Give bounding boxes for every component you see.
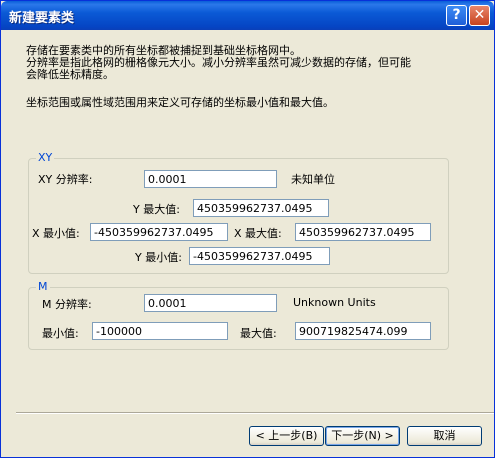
cancel-button[interactable]: 取消 (407, 426, 482, 446)
back-button[interactable]: < 上一步(B) (249, 426, 324, 446)
m-max-input[interactable] (295, 322, 431, 340)
m-group: M M 分辨率: Unknown Units 最小值: 最大值: (28, 280, 449, 350)
new-feature-class-dialog: 新建要素类 ? ✕ 存储在要素类中的所有坐标都被捕捉到基础坐标格网中。 分辨率是… (0, 0, 495, 458)
description-line-4: 坐标范围或属性域范围用来定义可存储的坐标最小值和最大值。 (26, 96, 334, 109)
y-min-label: Y 最小值: (135, 251, 182, 264)
x-max-input[interactable] (295, 223, 431, 241)
xy-units-label: 未知单位 (291, 173, 335, 186)
dialog-body: 存储在要素类中的所有坐标都被捕捉到基础坐标格网中。 分辨率是指此格网的栅格像元大… (4, 30, 494, 456)
xy-resolution-input[interactable] (144, 170, 277, 188)
xy-group: XY XY 分辨率: 未知单位 Y 最大值: X 最小值: X 最大值: Y 最… (28, 151, 449, 274)
y-max-input[interactable] (193, 199, 329, 217)
xy-resolution-label: XY 分辨率: (38, 173, 93, 186)
window-title: 新建要素类 (9, 11, 75, 26)
help-icon: ? (452, 7, 461, 23)
description-line-3: 会降低坐标精度。 (26, 68, 114, 81)
x-max-label: X 最大值: (234, 227, 282, 240)
y-min-input[interactable] (189, 247, 330, 265)
help-button[interactable]: ? (446, 5, 467, 26)
m-resolution-label: M 分辨率: (42, 298, 92, 311)
m-max-label: 最大值: (240, 327, 277, 340)
x-min-label: X 最小值: (32, 227, 80, 240)
title-bar[interactable]: 新建要素类 ? ✕ (1, 1, 494, 30)
m-min-input[interactable] (92, 322, 228, 340)
m-resolution-input[interactable] (144, 294, 277, 312)
m-group-legend: M (36, 280, 50, 293)
xy-group-legend: XY (36, 151, 55, 164)
close-button[interactable]: ✕ (469, 5, 490, 26)
next-button[interactable]: 下一步(N) > (325, 426, 400, 446)
close-icon: ✕ (473, 7, 486, 23)
y-max-label: Y 最大值: (133, 203, 180, 216)
x-min-input[interactable] (90, 223, 228, 241)
footer-separator (16, 412, 494, 414)
m-min-label: 最小值: (42, 327, 79, 340)
m-units-label: Unknown Units (293, 296, 376, 309)
